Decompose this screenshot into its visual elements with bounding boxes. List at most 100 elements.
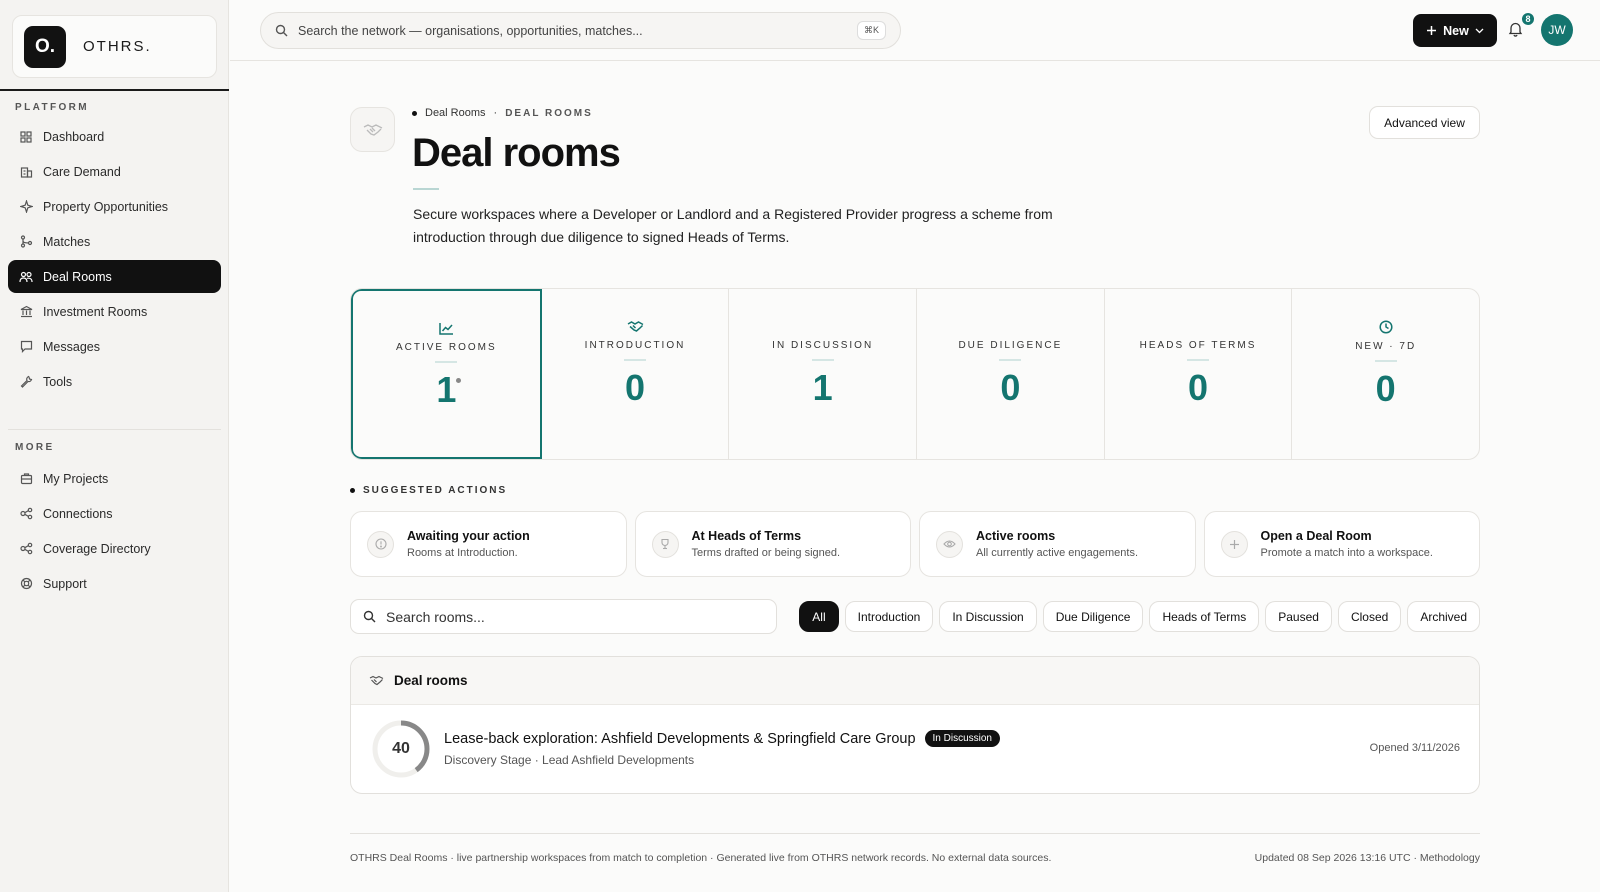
stat-introduction[interactable]: INTRODUCTION 0 — [542, 289, 730, 459]
sidebar-item-label: Deal Rooms — [43, 269, 112, 284]
stat-label: ACTIVE ROOMS — [395, 342, 497, 353]
handshake-icon — [369, 675, 384, 686]
trend-icon — [439, 322, 454, 335]
stat-due-diligence[interactable]: DUE DILIGENCE 0 — [917, 289, 1105, 459]
stat-value: 0 — [1375, 368, 1396, 409]
branch-icon — [19, 235, 33, 249]
sidebar-item-label: Support — [43, 576, 87, 591]
sidebar-item-property-opportunities[interactable]: Property Opportunities — [8, 190, 221, 223]
sidebar-item-dashboard[interactable]: Dashboard — [8, 120, 221, 153]
breadcrumb-link[interactable]: Deal Rooms — [425, 107, 486, 119]
search-icon — [275, 24, 288, 37]
footer-note: OTHRS Deal Rooms · live partnership work… — [350, 852, 1052, 864]
page-title: Deal rooms — [412, 131, 621, 175]
suggested-actions: Awaiting your action Rooms at Introductio… — [350, 511, 1480, 577]
sidebar-item-coverage-directory[interactable]: Coverage Directory — [8, 532, 221, 565]
sidebar-divider — [8, 429, 221, 430]
sidebar-item-label: Messages — [43, 339, 100, 354]
sidebar-item-label: Care Demand — [43, 164, 121, 179]
stat-heads-of-terms[interactable]: HEADS OF TERMS 0 — [1105, 289, 1293, 459]
new-button-label: New — [1443, 23, 1469, 38]
stat-label: INTRODUCTION — [584, 340, 686, 351]
filter-heads-of-terms[interactable]: Heads of Terms — [1149, 601, 1260, 632]
progress-value: 40 — [392, 740, 410, 757]
action-awaiting[interactable]: Awaiting your action Rooms at Introductio… — [350, 511, 627, 577]
sidebar-item-support[interactable]: Support — [8, 567, 221, 600]
stat-value: 0 — [1000, 367, 1021, 408]
section-label-platform: PLATFORM — [15, 102, 90, 113]
filter-archived[interactable]: Archived — [1407, 601, 1480, 632]
shortcut-hint: ⌘K — [856, 21, 886, 40]
sidebar-item-label: Property Opportunities — [43, 199, 169, 214]
action-subtitle: Promote a match into a workspace. — [1260, 547, 1433, 559]
new-button[interactable]: New — [1413, 14, 1497, 47]
filter-paused[interactable]: Paused — [1265, 601, 1332, 632]
footer-divider — [350, 833, 1480, 834]
stat-label: HEADS OF TERMS — [1139, 340, 1257, 351]
building-icon — [19, 165, 33, 179]
filter-in-discussion[interactable]: In Discussion — [939, 601, 1037, 632]
breadcrumb-dot — [412, 110, 417, 116]
table-row[interactable]: 40 Lease-back exploration: Ashfield Deve… — [351, 705, 1479, 793]
title-underline — [413, 188, 439, 190]
action-open-deal-room[interactable]: Open a Deal Room Promote a match into a w… — [1203, 511, 1480, 577]
action-subtitle: Terms drafted or being signed. — [691, 547, 841, 559]
stage-filters: All Introduction In Discussion Due Dilig… — [799, 601, 1480, 632]
sidebar-item-deal-rooms[interactable]: Deal Rooms — [8, 260, 221, 293]
stat-label: DUE DILIGENCE — [958, 340, 1063, 351]
action-title: At Heads of Terms — [691, 529, 802, 543]
action-title: Awaiting your action — [407, 529, 530, 543]
chevron-down-icon — [1475, 28, 1484, 34]
rooms-search-placeholder: Search rooms... — [386, 608, 485, 625]
brand-divider — [0, 89, 229, 91]
brand[interactable]: O. OTHRS. — [12, 15, 217, 78]
footer-updated[interactable]: Updated 08 Sep 2026 13:16 UTC · Methodol… — [1255, 852, 1480, 864]
action-subtitle: All currently active engagements. — [976, 547, 1139, 559]
breadcrumb-current: DEAL ROOMS — [505, 107, 593, 119]
advanced-view-button[interactable]: Advanced view — [1369, 106, 1480, 139]
handshake-icon — [350, 107, 395, 152]
suggested-actions-title: SUGGESTED ACTIONS — [363, 485, 508, 496]
trophy-icon — [651, 530, 679, 558]
rooms-search-input[interactable]: Search rooms... — [350, 599, 777, 634]
sidebar-item-care-demand[interactable]: Care Demand — [8, 155, 221, 188]
sidebar-item-label: Matches — [43, 234, 91, 249]
handshake-icon — [627, 320, 644, 333]
sidebar-item-messages[interactable]: Messages — [8, 330, 221, 363]
sidebar-item-my-projects[interactable]: My Projects — [8, 462, 221, 495]
page-description: Secure workspaces where a Developer or L… — [413, 206, 1053, 245]
global-search-input[interactable]: Search the network — organisations, oppo… — [260, 12, 901, 49]
filter-due-diligence[interactable]: Due Diligence — [1042, 601, 1144, 632]
stat-new-7d[interactable]: NEW · 7D 0 — [1292, 289, 1479, 459]
stat-in-discussion[interactable]: IN DISCUSSION 1 — [729, 289, 918, 459]
network-icon — [19, 542, 33, 556]
suggested-actions-label: SUGGESTED ACTIONS — [350, 485, 507, 496]
stat-rule — [624, 359, 646, 361]
stat-value: 0 — [1188, 367, 1209, 408]
briefcase-icon — [19, 472, 33, 486]
stat-rule — [811, 359, 834, 361]
filter-closed[interactable]: Closed — [1337, 601, 1402, 632]
action-heads-of-terms[interactable]: At Heads of Terms Terms drafted or being … — [634, 511, 911, 577]
sidebar-item-matches[interactable]: Matches — [8, 225, 221, 258]
sidebar-item-investment-rooms[interactable]: Investment Rooms — [8, 295, 221, 328]
people-icon — [19, 270, 33, 284]
room-title-text[interactable]: Lease-back exploration: Ashfield Develop… — [444, 731, 916, 747]
filter-all[interactable]: All — [799, 601, 839, 632]
sidebar-item-label: Connections — [43, 506, 113, 521]
filter-introduction[interactable]: Introduction — [844, 601, 934, 632]
action-active-rooms[interactable]: Active rooms All currently active engagem… — [919, 511, 1196, 577]
action-title: Open a Deal Room — [1260, 529, 1372, 543]
sidebar-item-label: My Projects — [43, 471, 109, 486]
search-icon — [363, 610, 376, 623]
stat-rule — [1374, 360, 1397, 362]
bank-icon — [19, 305, 33, 319]
main-content: Deal Rooms · DEAL ROOMS Deal rooms Secur… — [230, 61, 1600, 892]
sidebar-item-connections[interactable]: Connections — [8, 497, 221, 530]
stat-active-rooms[interactable]: ACTIVE ROOMS 1 — [351, 289, 542, 459]
room-opened-date: Opened 3/11/2026 — [1369, 742, 1460, 754]
sidebar-item-tools[interactable]: Tools — [8, 365, 221, 398]
avatar[interactable]: JW — [1541, 14, 1573, 46]
stat-value: 0 — [624, 367, 646, 408]
action-title: Active rooms — [976, 529, 1056, 543]
